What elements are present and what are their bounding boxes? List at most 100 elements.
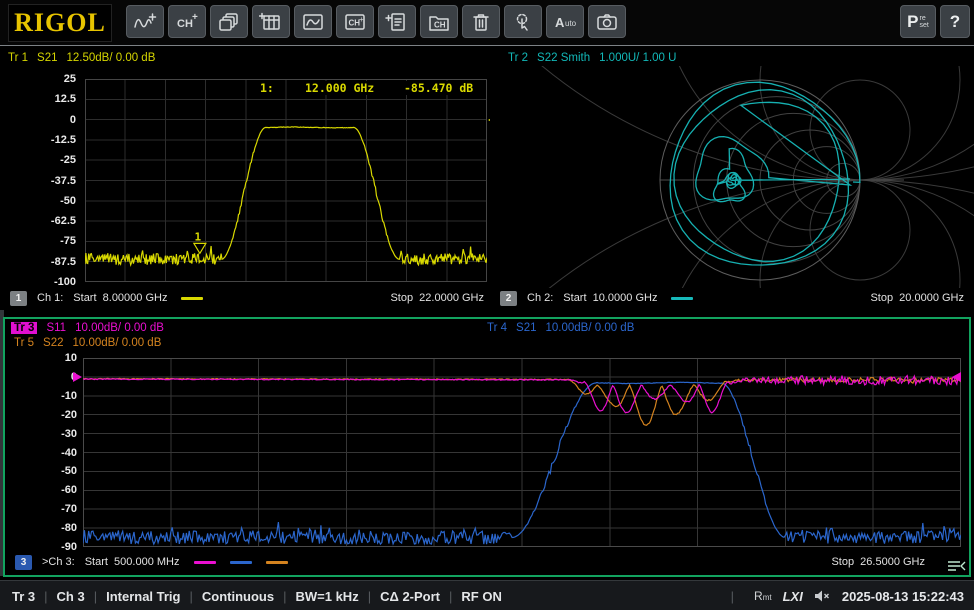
add-channel-button[interactable]: CH+ <box>168 5 206 38</box>
auto-icon: Auto <box>553 11 577 33</box>
doc-add-icon <box>385 11 409 33</box>
win3-plot[interactable] <box>83 358 961 547</box>
tr3-ref-level-marker-right[interactable] <box>952 372 961 382</box>
ch-plus-icon: CH+ <box>175 11 199 33</box>
tr5-param: S22 <box>43 337 63 349</box>
win3-footer: 3 >Ch 3: Start 500.000 MHz Stop 26.5000 … <box>15 553 961 571</box>
status-item: Tr 3 <box>12 589 35 604</box>
status-separator: | <box>731 589 734 604</box>
win1-ytick: 0 <box>16 113 76 127</box>
smith-chart[interactable] <box>490 66 974 288</box>
win3-ytick: -50 <box>23 464 77 478</box>
ch3-stop: Stop 26.5000 GHz <box>831 556 925 568</box>
win3-trace-swatch <box>230 561 252 564</box>
tr5-header: Tr 5 S22 10.00dB/ 0.00 dB <box>14 337 161 349</box>
status-separator: | <box>368 589 371 604</box>
lxi-indicator: LXI <box>783 589 803 604</box>
ch2-label: Ch 2: <box>527 292 553 304</box>
smith-grid-circle <box>760 66 960 180</box>
ch2-badge[interactable]: 2 <box>500 291 517 306</box>
window-layout-button[interactable] <box>210 5 248 38</box>
status-item: CΔ 2-Port <box>380 589 440 604</box>
smith-grid-circle <box>490 180 974 288</box>
touch-button[interactable] <box>504 5 542 38</box>
save-report-button[interactable] <box>378 5 416 38</box>
status-separator: | <box>283 589 286 604</box>
tr5-label[interactable]: Tr 5 <box>14 337 34 349</box>
help-button[interactable]: ? <box>940 5 970 38</box>
add-trace-button[interactable] <box>126 5 164 38</box>
status-item: Ch 3 <box>57 589 85 604</box>
win1-ytick: -100 <box>16 275 76 289</box>
status-separator: | <box>449 589 452 604</box>
marker1-value: -85.470 dB <box>402 81 475 95</box>
win3-ytick: -40 <box>23 446 77 460</box>
win3-ytick: -90 <box>23 540 77 554</box>
smith-grid-circle <box>490 66 974 180</box>
folder-ch-icon: CH <box>427 11 451 33</box>
win1-ytick: -37.5 <box>16 174 76 188</box>
tr2-param: S22 Smith <box>537 52 590 64</box>
window-trace-icon <box>301 11 325 33</box>
tr4-param: S21 <box>516 322 536 334</box>
channel-window-button[interactable]: CH+ <box>336 5 374 38</box>
ch1-badge[interactable]: 1 <box>10 291 27 306</box>
screenshot-button[interactable] <box>588 5 626 38</box>
smith-grid-circle <box>810 180 910 280</box>
tr3-param: S11 <box>46 322 66 334</box>
toolbar: RIGOL CH+ CH+ CH Auto P reset ? <box>0 0 974 46</box>
delete-button[interactable] <box>462 5 500 38</box>
tr4-label[interactable]: Tr 4 <box>487 322 507 334</box>
win1-ytick: -87.5 <box>16 255 76 269</box>
svg-text:uto: uto <box>565 19 577 28</box>
status-separator: | <box>94 589 97 604</box>
datetime: 2025-08-13 15:22:43 <box>842 589 964 604</box>
marker1-number: 1 <box>195 230 202 243</box>
win3-ytick: -70 <box>23 502 77 516</box>
win1-ytick: -12.5 <box>16 133 76 147</box>
tr4-header: Tr 4 S21 10.00dB/ 0.00 dB <box>487 322 634 334</box>
win1-footer: 1 Ch 1: Start 8.00000 GHz Stop 22.0000 G… <box>10 289 484 307</box>
tr3-ref-level-marker-left[interactable] <box>73 372 82 382</box>
tr1-scale: 12.50dB/ 0.00 dB <box>67 52 156 64</box>
win1-plot[interactable]: 1 <box>85 79 487 282</box>
mute-icon[interactable] <box>814 589 831 603</box>
ch3-start: Start 500.000 MHz <box>85 556 180 568</box>
win1-ytick: -62.5 <box>16 214 76 228</box>
status-bar: Tr 3|Ch 3|Internal Trig|Continuous|BW=1 … <box>0 580 974 610</box>
win1-trace-swatch <box>181 297 203 300</box>
ch2-start: Start 10.0000 GHz <box>563 292 657 304</box>
svg-text:+: + <box>192 12 198 23</box>
tr3-label[interactable]: Tr 3 <box>11 322 37 334</box>
tr4-scale: 10.00dB/ 0.00 dB <box>546 322 635 334</box>
win2-trace-swatch <box>671 297 693 300</box>
win3-swatches <box>194 561 288 564</box>
marker1-symbol[interactable] <box>194 243 206 253</box>
status-items: Tr 3|Ch 3|Internal Trig|Continuous|BW=1 … <box>12 589 502 604</box>
smith-grid-circle <box>660 66 974 180</box>
status-right: | Rmt LXI 2025-08-13 15:22:43 <box>722 589 964 604</box>
win3-ytick: -30 <box>23 427 77 441</box>
auto-scale-button[interactable]: Auto <box>546 5 584 38</box>
trace-window-button[interactable] <box>294 5 332 38</box>
marker1-id: 1: <box>258 81 276 95</box>
channel-table-button[interactable] <box>252 5 290 38</box>
win1-swatches <box>181 297 203 300</box>
window-ch3-active[interactable]: Tr 3 S11 10.00dB/ 0.00 dB Tr 5 S22 10.00… <box>3 317 971 577</box>
preset-button[interactable]: P reset <box>900 5 936 38</box>
tr1-label[interactable]: Tr 1 <box>8 52 28 64</box>
win3-ytick: -60 <box>23 483 77 497</box>
menu-collapse-icon[interactable] <box>945 558 967 573</box>
preset-sublabel: reset <box>920 15 929 29</box>
ch3-badge[interactable]: 3 <box>15 555 32 570</box>
tr3-header: Tr 3 S11 10.00dB/ 0.00 dB <box>11 322 164 334</box>
rigol-logo: RIGOL <box>8 4 112 42</box>
window-ch1[interactable]: Tr 1 S21 12.50dB/ 0.00 dB 2512.50-12.5-2… <box>0 48 490 310</box>
toolbar-buttons: CH+ CH+ CH Auto <box>126 5 626 38</box>
win1-ytick: -50 <box>16 194 76 208</box>
recall-channel-button[interactable]: CH <box>420 5 458 38</box>
tr2-label[interactable]: Tr 2 <box>508 52 528 64</box>
status-separator: | <box>44 589 47 604</box>
status-separator: | <box>189 589 192 604</box>
window-ch2[interactable]: Tr 2 S22 Smith 1.000U/ 1.00 U 2 Ch 2: St… <box>490 48 974 310</box>
